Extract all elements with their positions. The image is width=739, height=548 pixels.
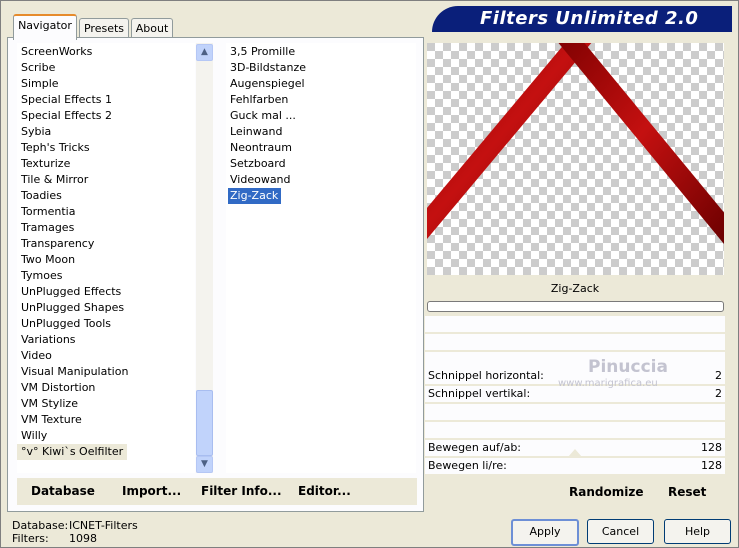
randomize-button[interactable]: Randomize <box>569 485 643 499</box>
watermark-name: Pinuccia <box>588 357 668 377</box>
category-scrollbar[interactable]: ▲ ▼ <box>196 43 213 473</box>
category-item[interactable]: VM Texture <box>17 412 195 428</box>
filter-item[interactable]: 3D-Bildstanze <box>226 60 416 76</box>
app-title: Filters Unlimited 2.0 <box>480 8 699 29</box>
param-label: Schnippel horizontal: <box>428 369 544 382</box>
watermark-url: www.marigrafica.eu <box>558 378 658 389</box>
tab-about[interactable]: About <box>131 18 173 38</box>
category-item[interactable]: UnPlugged Shapes <box>17 300 195 316</box>
param-label: Bewegen auf/ab: <box>428 441 522 454</box>
filter-item[interactable]: Leinwand <box>226 124 416 140</box>
category-list[interactable]: ScreenWorks Scribe Simple Special Effects 1… <box>17 43 195 473</box>
status-db-value: ICNET-Filters <box>69 519 138 532</box>
param-value: 2 <box>715 369 722 382</box>
scroll-thumb[interactable] <box>196 390 213 456</box>
filter-item[interactable]: Guck mal ... <box>226 108 416 124</box>
category-item[interactable]: Tormentia <box>17 204 195 220</box>
filter-item[interactable]: 3,5 Promille <box>226 44 416 60</box>
param-label: Bewegen li/re: <box>428 459 507 472</box>
category-item[interactable]: Teph's Tricks <box>17 140 195 156</box>
reset-button[interactable]: Reset <box>668 485 706 499</box>
preview-filter-label: Zig-Zack <box>550 282 600 295</box>
category-item[interactable]: UnPlugged Tools <box>17 316 195 332</box>
filter-item[interactable]: Setzboard <box>226 156 416 172</box>
status-db-label: Database: <box>12 519 69 532</box>
category-item[interactable]: °v° Kiwi`s Oelfilter <box>17 444 128 460</box>
category-item[interactable]: Texturize <box>17 156 195 172</box>
tab-presets[interactable]: Presets <box>79 18 129 38</box>
tab-navigator[interactable]: Navigator <box>13 14 77 40</box>
status-database: Database: ICNET-Filters <box>12 519 138 532</box>
import-button[interactable]: Import... <box>122 484 181 498</box>
category-item[interactable]: Tile & Mirror <box>17 172 195 188</box>
param-value: 128 <box>701 459 722 472</box>
editor-button[interactable]: Editor... <box>298 484 351 498</box>
category-item[interactable]: Toadies <box>17 188 195 204</box>
filter-info-button[interactable]: Filter Info... <box>201 484 282 498</box>
preview-canvas <box>427 43 724 275</box>
database-button[interactable]: Database <box>31 484 95 498</box>
apply-button[interactable]: Apply <box>511 519 579 546</box>
slider-marker-icon <box>568 449 582 457</box>
category-item[interactable]: Transparency <box>17 236 195 252</box>
category-item[interactable]: Willy <box>17 428 195 444</box>
category-item[interactable]: VM Stylize <box>17 396 195 412</box>
progress-bar <box>427 301 724 312</box>
category-item[interactable]: Visual Manipulation <box>17 364 195 380</box>
param-value: 128 <box>701 441 722 454</box>
param-row-empty <box>425 422 725 438</box>
preview-image <box>427 43 724 275</box>
filter-item[interactable]: Augenspiegel <box>226 76 416 92</box>
param-row-empty <box>425 334 725 350</box>
param-value: 2 <box>715 387 722 400</box>
param-row-empty <box>425 352 725 368</box>
category-item[interactable]: VM Distortion <box>17 380 195 396</box>
param-row-empty <box>425 404 725 420</box>
scroll-down-icon[interactable]: ▼ <box>196 456 213 473</box>
status-filters: Filters: 1098 <box>12 532 97 545</box>
category-item[interactable]: Tymoes <box>17 268 195 284</box>
cancel-button[interactable]: Cancel <box>587 519 654 544</box>
filter-item[interactable]: Videowand <box>226 172 416 188</box>
category-item[interactable]: Tramages <box>17 220 195 236</box>
category-item[interactable]: Scribe <box>17 60 195 76</box>
navigator-button-bar: Database Import... Filter Info... Editor… <box>17 478 417 505</box>
filter-item[interactable]: Neontraum <box>226 140 416 156</box>
category-item[interactable]: Sybia <box>17 124 195 140</box>
status-filters-label: Filters: <box>12 532 49 545</box>
category-item[interactable]: Two Moon <box>17 252 195 268</box>
scroll-up-icon[interactable]: ▲ <box>196 44 213 61</box>
category-item[interactable]: Video <box>17 348 195 364</box>
filter-item[interactable]: Fehlfarben <box>226 92 416 108</box>
help-button[interactable]: Help <box>664 519 731 544</box>
param-row-empty <box>425 316 725 332</box>
category-item[interactable]: Simple <box>17 76 195 92</box>
param-label: Schnippel vertikal: <box>428 387 531 400</box>
category-item[interactable]: ScreenWorks <box>17 44 195 60</box>
filter-item[interactable]: Zig-Zack <box>228 188 282 204</box>
filter-list[interactable]: 3,5 Promille 3D-Bildstanze Augenspiegel Feh… <box>226 43 416 473</box>
category-item[interactable]: UnPlugged Effects <box>17 284 195 300</box>
category-item[interactable]: Variations <box>17 332 195 348</box>
category-item[interactable]: Special Effects 2 <box>17 108 195 124</box>
param-row-bewegen-li-re[interactable]: Bewegen li/re: 128 <box>425 458 725 474</box>
status-filters-value: 1098 <box>69 532 97 545</box>
category-item[interactable]: Special Effects 1 <box>17 92 195 108</box>
